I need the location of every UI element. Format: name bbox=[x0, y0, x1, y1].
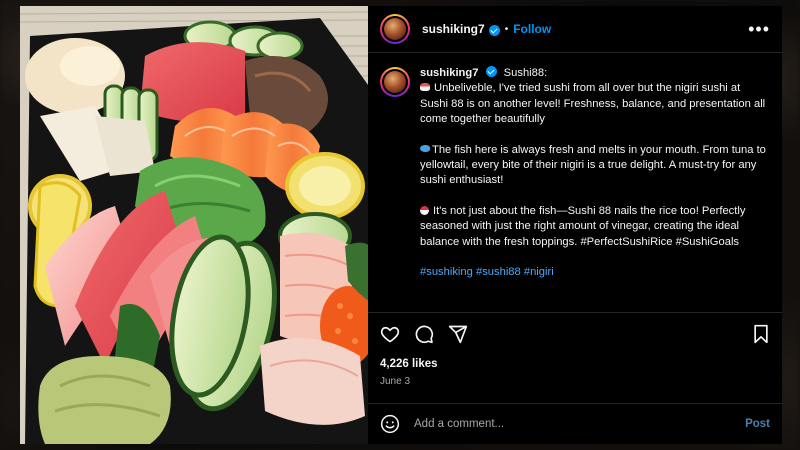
more-horizontal-icon[interactable]: ••• bbox=[748, 20, 770, 38]
caption-avatar[interactable] bbox=[380, 67, 410, 97]
bookmark-icon[interactable] bbox=[752, 324, 770, 344]
comment-input[interactable] bbox=[412, 417, 746, 431]
heart-icon[interactable] bbox=[380, 324, 400, 344]
caption-title: Sushi88: bbox=[503, 67, 548, 79]
follow-button[interactable]: Follow bbox=[513, 22, 551, 36]
sashimi-platter-photo bbox=[20, 6, 368, 444]
avatar[interactable] bbox=[380, 14, 410, 44]
caption: sushiking7 Sushi88: Unbeliveble, I've tr… bbox=[420, 65, 770, 312]
caption-area: sushiking7 Sushi88: Unbeliveble, I've tr… bbox=[368, 53, 782, 312]
post-comment-button[interactable]: Post bbox=[745, 418, 770, 430]
rice-ball-emoji-icon bbox=[420, 205, 429, 215]
likes-count[interactable]: 4,226 likes bbox=[368, 358, 782, 370]
caption-paragraph-2: The fish here is always fresh and melts … bbox=[420, 143, 766, 187]
username-link[interactable]: sushiking7 bbox=[422, 22, 485, 36]
caption-username[interactable]: sushiking7 bbox=[420, 67, 478, 79]
separator-dot: • bbox=[504, 23, 509, 35]
action-bar bbox=[368, 312, 782, 354]
post-modal: sushiking7 • Follow ••• sushiking7 Sushi… bbox=[20, 6, 782, 444]
post-header: sushiking7 • Follow ••• bbox=[368, 6, 782, 53]
comment-icon[interactable] bbox=[414, 324, 434, 344]
share-icon[interactable] bbox=[448, 324, 468, 344]
caption-paragraph-1: Unbeliveble, I've tried sushi from all o… bbox=[420, 82, 766, 126]
post-details: sushiking7 • Follow ••• sushiking7 Sushi… bbox=[368, 6, 782, 444]
sushi-emoji-icon bbox=[420, 83, 430, 92]
caption-hashtags[interactable]: #sushiking #sushi88 #nigiri bbox=[420, 265, 770, 280]
caption-paragraph-3: It's not just about the fish—Sushi 88 na… bbox=[420, 204, 746, 248]
comment-bar: Post bbox=[368, 403, 782, 444]
post-date: June 3 bbox=[380, 376, 411, 387]
verified-badge-icon bbox=[488, 24, 500, 36]
emoji-icon[interactable] bbox=[380, 414, 400, 434]
caption-verified-icon bbox=[485, 66, 497, 77]
post-image[interactable] bbox=[20, 6, 368, 444]
fish-emoji-icon bbox=[420, 144, 430, 152]
